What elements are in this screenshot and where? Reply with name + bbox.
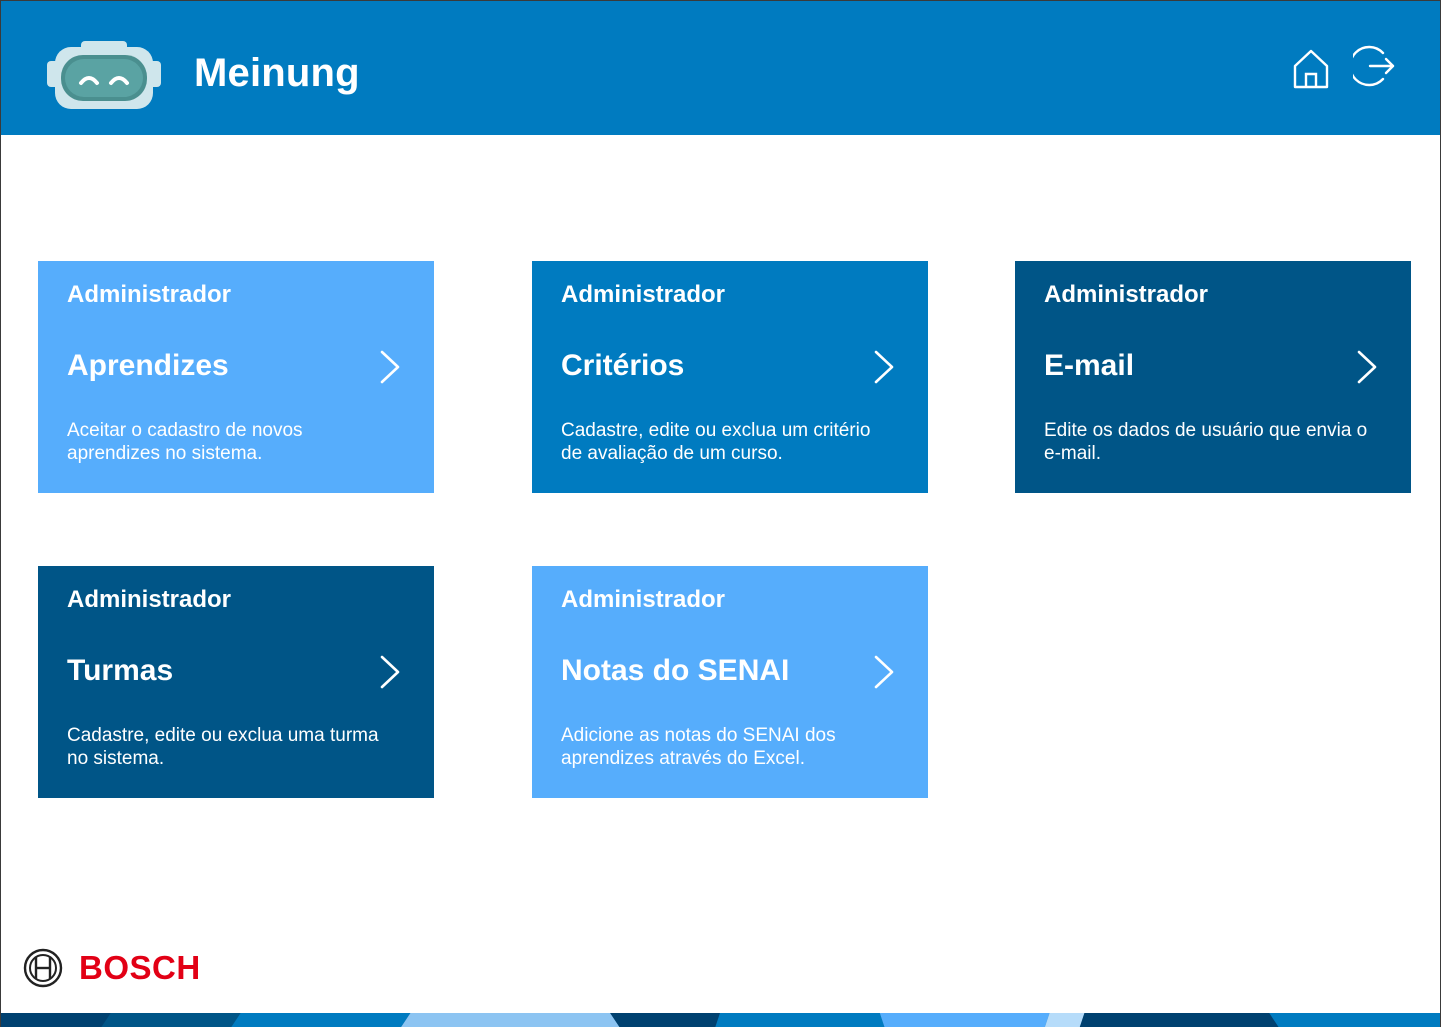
card-title: Critérios (561, 349, 685, 382)
card-role: Administrador (67, 281, 232, 308)
card-description: Cadastre, edite ou exclua uma turma no s… (67, 725, 379, 769)
home-button[interactable] (1289, 45, 1333, 91)
chevron-right-icon (874, 655, 894, 689)
card-description: Adicione as notas do SENAI dos aprendize… (561, 725, 836, 769)
chevron-right-icon (1357, 350, 1377, 384)
card-criterios[interactable]: Administrador Critérios Cadastre, edite … (532, 261, 928, 493)
card-title: Notas do SENAI (561, 654, 790, 687)
bosch-logo: BOSCH (23, 947, 201, 989)
card-role: Administrador (561, 281, 726, 308)
chevron-right-icon (380, 350, 400, 384)
bosch-wordmark: BOSCH (79, 949, 201, 986)
chevron-right-icon (380, 655, 400, 689)
bosch-armature-icon (23, 948, 63, 988)
app-title: Meinung (194, 51, 360, 95)
robot-logo-icon (47, 41, 161, 109)
card-title: Turmas (67, 654, 174, 687)
card-description: Cadastre, edite ou exclua um critério de… (561, 420, 871, 464)
card-description: Edite os dados de usuário que envia o e-… (1044, 420, 1368, 464)
card-title: E-mail (1044, 349, 1135, 382)
page: Meinung Administrador Aprendizes Aceitar… (0, 0, 1441, 1027)
home-icon (1293, 49, 1329, 89)
card-description: Aceitar o cadastro de novos aprendizes n… (67, 420, 303, 464)
app-header: Meinung (1, 1, 1440, 135)
card-role: Administrador (561, 586, 726, 613)
logout-icon (1353, 45, 1395, 87)
card-role: Administrador (67, 586, 232, 613)
card-role: Administrador (1044, 281, 1209, 308)
card-title: Aprendizes (67, 349, 229, 382)
decorative-stripe (1, 1013, 1440, 1027)
card-email[interactable]: Administrador E-mail Edite os dados de u… (1015, 261, 1411, 493)
logout-button[interactable] (1353, 43, 1397, 89)
chevron-right-icon (874, 350, 894, 384)
card-aprendizes[interactable]: Administrador Aprendizes Aceitar o cadas… (38, 261, 434, 493)
card-turmas[interactable]: Administrador Turmas Cadastre, edite ou … (38, 566, 434, 798)
card-notas-senai[interactable]: Administrador Notas do SENAI Adicione as… (532, 566, 928, 798)
